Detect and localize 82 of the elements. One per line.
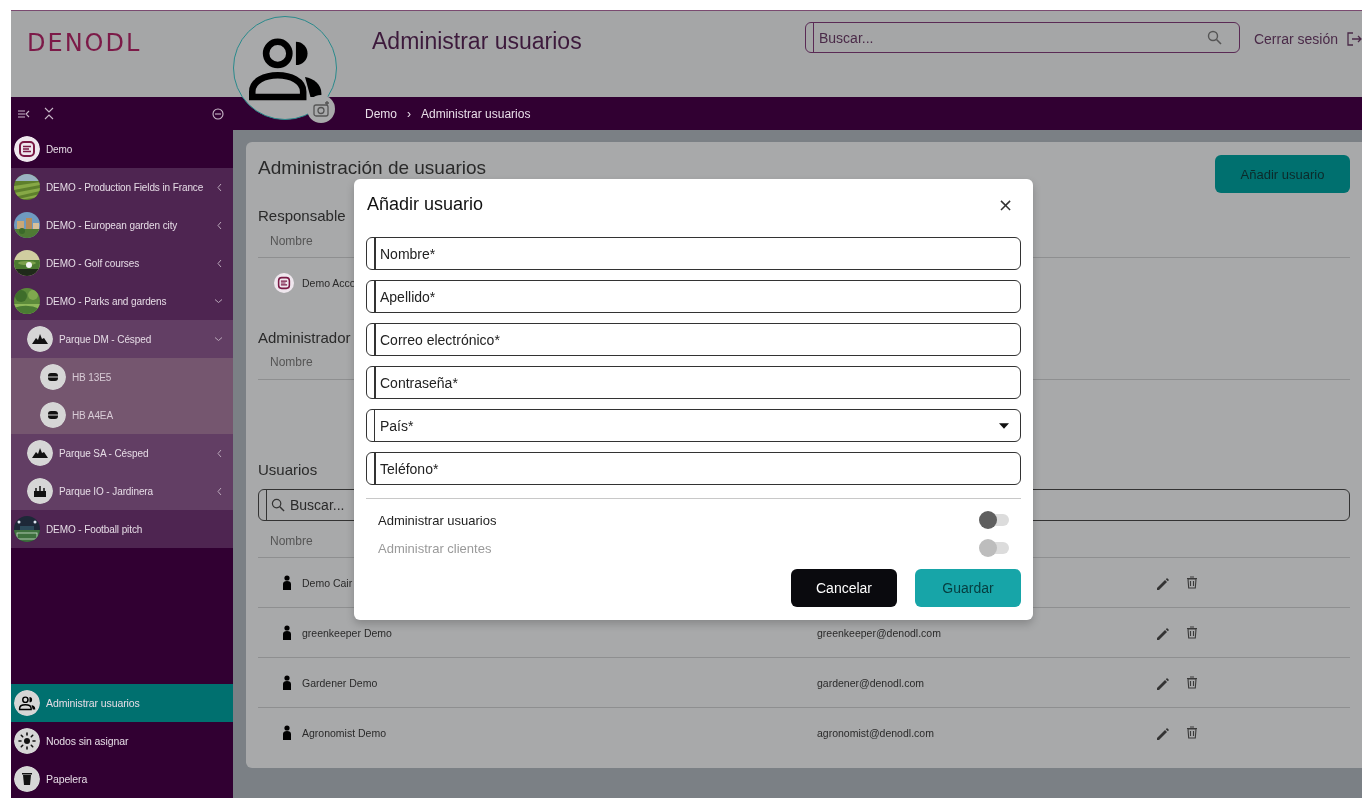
table-cell-text: gardener@denodl.com — [817, 676, 925, 689]
input-field[interactable]: Apellido* — [366, 280, 1021, 313]
page-title: Administrar usuarios — [372, 27, 583, 55]
column-header: Nombre — [270, 534, 313, 548]
section-heading: Administrador — [258, 328, 351, 348]
pencil-icon[interactable] — [1155, 725, 1169, 740]
mountain-icon — [27, 326, 53, 352]
caret-icon — [999, 422, 1009, 429]
select-field[interactable]: País* — [366, 409, 1021, 442]
breadcrumb-link[interactable]: Demo — [365, 106, 397, 121]
search-icon — [271, 498, 285, 512]
toggle-label: Administrar usuarios — [378, 512, 497, 528]
sidebar-item[interactable]: Parque IO - Jardinera — [11, 472, 233, 510]
users-icon — [14, 690, 40, 716]
section-heading: Responsable — [258, 206, 346, 226]
sidebar-item[interactable]: DEMO - Production Fields in France — [11, 168, 233, 206]
person-icon — [283, 625, 291, 640]
collapse-icon[interactable] — [17, 107, 30, 120]
section-title: Administración de usuarios — [258, 156, 487, 180]
node-icon — [40, 364, 66, 390]
cancel-button[interactable]: Cancelar — [791, 569, 897, 607]
input-field[interactable]: Nombre* — [366, 237, 1021, 270]
sidebar-item[interactable]: DEMO - European garden city — [11, 206, 233, 244]
sidebar-item[interactable]: Administrar usuarios — [11, 684, 233, 722]
sidebar-item[interactable]: HB A4EA — [11, 396, 233, 434]
logout-icon — [1346, 31, 1362, 47]
trash-icon[interactable] — [1185, 675, 1199, 690]
logout-button[interactable]: Cerrar sesión — [1253, 30, 1362, 48]
table-cell-text: greenkeeper@denodl.com — [817, 626, 942, 639]
toggle-switch[interactable] — [979, 511, 1009, 529]
search-icon — [1206, 30, 1222, 45]
trash-icon[interactable] — [1185, 625, 1199, 640]
table-cell-text: Agronomist Demo — [302, 726, 388, 739]
chevron-down-icon[interactable] — [214, 296, 223, 306]
chevron-left-icon[interactable] — [216, 182, 223, 192]
breadcrumb-separator: › — [407, 106, 411, 121]
sidebar-item[interactable]: DEMO - Parks and gardens — [11, 282, 233, 320]
camera-icon — [312, 100, 330, 118]
node-icon — [40, 402, 66, 428]
pencil-icon[interactable] — [1155, 575, 1169, 590]
logo-icon — [274, 272, 294, 293]
person-icon — [283, 575, 291, 590]
trash-icon[interactable] — [1185, 725, 1199, 740]
pencil-icon[interactable] — [1155, 625, 1169, 640]
sun-icon — [14, 728, 40, 754]
sidebar-item[interactable]: Parque SA - Césped — [11, 434, 233, 472]
pencil-icon[interactable] — [1155, 675, 1169, 690]
section-heading: Usuarios — [258, 460, 318, 480]
breadcrumb-link[interactable]: Administrar usuarios — [421, 106, 531, 121]
input-field[interactable]: Teléfono* — [366, 452, 1021, 485]
chevron-left-icon[interactable] — [216, 220, 223, 230]
chevron-left-icon[interactable] — [216, 258, 223, 268]
input-field[interactable]: Correo electrónico* — [366, 323, 1021, 356]
trash-icon — [14, 766, 40, 792]
sidebar-item[interactable]: DEMO - Football pitch — [11, 510, 233, 548]
logo: DENODL — [27, 29, 143, 57]
person-icon — [283, 675, 291, 690]
table-cell-text: Demo Cair — [302, 576, 354, 589]
chevron-down-icon[interactable] — [214, 334, 223, 344]
logo-icon — [14, 136, 40, 162]
table-cell-text: agronomist@denodl.com — [817, 726, 935, 739]
table-cell-text: Gardener Demo — [302, 676, 379, 689]
input-field[interactable]: Contraseña* — [366, 366, 1021, 399]
close-button[interactable]: × — [989, 193, 1021, 215]
person-icon — [283, 725, 291, 740]
dialog-title: Añadir usuario — [366, 193, 484, 215]
chevrons-icon[interactable] — [44, 107, 54, 120]
sidebar-item[interactable]: Parque DM - Césped — [11, 320, 233, 358]
planter-icon — [27, 478, 53, 504]
sidebar-item[interactable]: DEMO - Golf courses — [11, 244, 233, 282]
search-field[interactable]: Buscar... — [804, 22, 1240, 53]
save-button[interactable]: Guardar — [915, 569, 1021, 607]
column-header: Nombre — [270, 355, 313, 369]
sidebar-item[interactable]: HB 13E5 — [11, 358, 233, 396]
table-cell-text: greenkeeper Demo — [302, 626, 393, 639]
trash-icon[interactable] — [1185, 575, 1199, 590]
chevron-left-icon[interactable] — [216, 486, 223, 496]
minus-circle-icon[interactable] — [212, 107, 224, 120]
column-header: Nombre — [270, 234, 313, 248]
mountain-icon — [27, 440, 53, 466]
toggle-label: Administrar clientes — [378, 540, 492, 556]
chevron-left-icon[interactable] — [216, 448, 223, 458]
